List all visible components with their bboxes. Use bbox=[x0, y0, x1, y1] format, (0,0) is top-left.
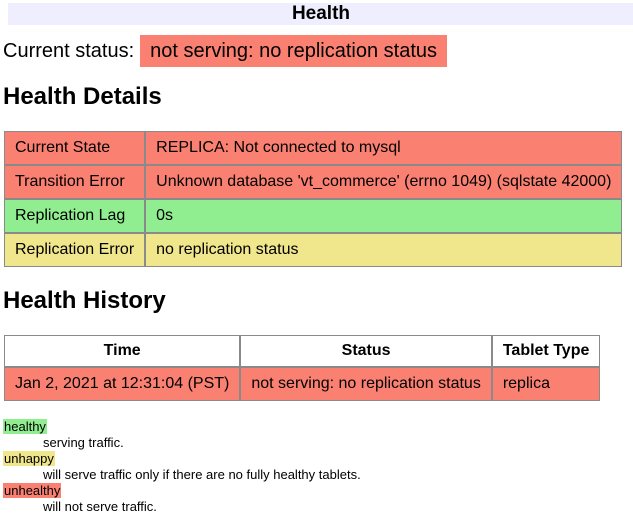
history-cell-tablet-type: replica bbox=[492, 367, 601, 401]
detail-value: REPLICA: Not connected to mysql bbox=[145, 131, 622, 165]
current-status-line: Current status:not serving: no replicati… bbox=[3, 40, 633, 63]
detail-label: Transition Error bbox=[4, 165, 145, 199]
legend-term-unhealthy: unhealthy bbox=[3, 483, 61, 498]
detail-value: Unknown database 'vt_commerce' (errno 10… bbox=[145, 165, 622, 199]
legend-description-unhealthy: will not serve traffic. bbox=[43, 499, 633, 514]
history-column-time: Time bbox=[4, 335, 240, 367]
current-status-badge: not serving: no replication status bbox=[140, 35, 447, 67]
detail-row-replication-error: Replication Error no replication status bbox=[4, 233, 622, 267]
history-row: Jan 2, 2021 at 12:31:04 (PST) not servin… bbox=[4, 367, 600, 401]
history-column-status: Status bbox=[240, 335, 491, 367]
history-cell-status: not serving: no replication status bbox=[240, 367, 491, 401]
page-title: Health bbox=[8, 3, 633, 25]
health-history-heading: Health History bbox=[3, 287, 633, 315]
legend-description-unhappy: will serve traffic only if there are no … bbox=[43, 467, 633, 482]
detail-label: Replication Error bbox=[4, 233, 145, 267]
detail-row-replication-lag: Replication Lag 0s bbox=[4, 199, 622, 233]
detail-value: 0s bbox=[145, 199, 622, 233]
history-column-tablet-type: Tablet Type bbox=[492, 335, 601, 367]
health-details-heading: Health Details bbox=[3, 83, 633, 111]
health-details-table: Current State REPLICA: Not connected to … bbox=[4, 131, 622, 267]
detail-row-transition-error: Transition Error Unknown database 'vt_co… bbox=[4, 165, 622, 199]
current-status-label: Current status: bbox=[3, 40, 134, 62]
legend-term-unhappy: unhappy bbox=[3, 451, 55, 466]
legend-term-healthy: healthy bbox=[3, 419, 47, 434]
detail-label: Replication Lag bbox=[4, 199, 145, 233]
detail-value: no replication status bbox=[145, 233, 622, 267]
legend-description-healthy: serving traffic. bbox=[43, 435, 633, 450]
detail-label: Current State bbox=[4, 131, 145, 165]
health-history-table: Time Status Tablet Type Jan 2, 2021 at 1… bbox=[4, 335, 600, 401]
history-cell-time: Jan 2, 2021 at 12:31:04 (PST) bbox=[4, 367, 240, 401]
history-header-row: Time Status Tablet Type bbox=[4, 335, 600, 367]
state-legend: healthy serving traffic. unhappy will se… bbox=[3, 419, 633, 514]
detail-row-current-state: Current State REPLICA: Not connected to … bbox=[4, 131, 622, 165]
